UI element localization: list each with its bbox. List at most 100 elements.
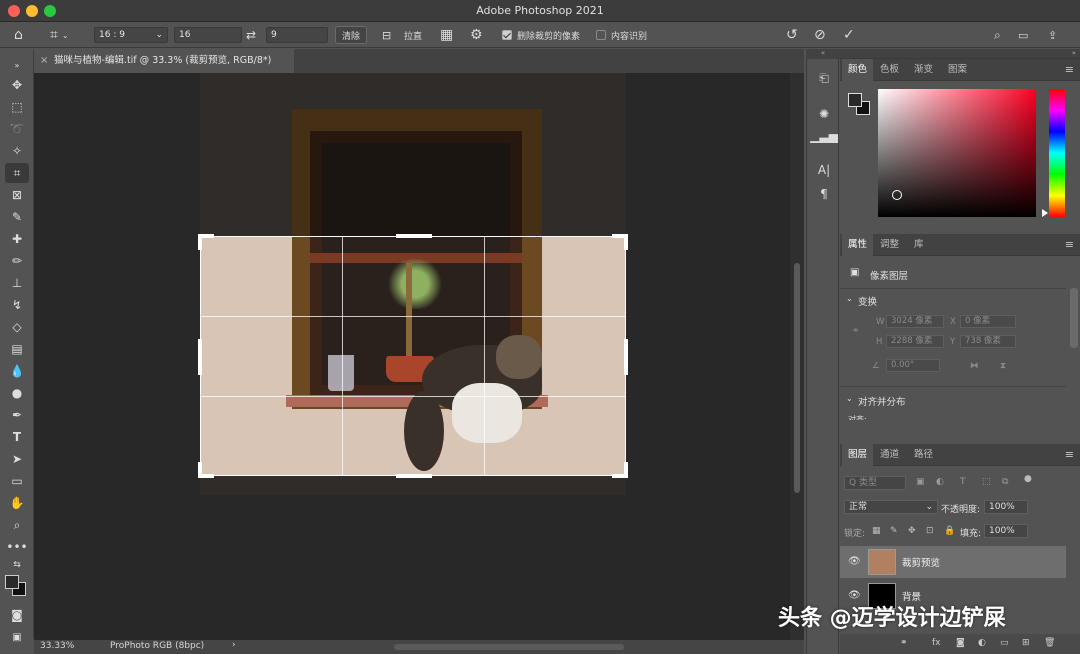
collapse-right-panels-icon[interactable]: » [840,49,1080,59]
flip-vertical-icon[interactable]: ⧗ [1000,361,1006,371]
pen-tool-icon[interactable]: ✒ [5,405,29,425]
brush-tool-icon[interactable]: ✏ [5,251,29,271]
close-tab-icon[interactable]: × [40,49,48,73]
vertical-scrollbar[interactable] [790,73,804,640]
zoom-level[interactable]: 33.33% [40,641,74,651]
reset-icon[interactable]: ↺ [786,25,798,45]
crop-handle-top[interactable] [396,234,432,238]
clone-stamp-icon[interactable]: ⊥ [5,273,29,293]
share-icon[interactable]: ⇪ [1048,25,1057,45]
eye-icon[interactable]: 👁 [848,556,861,567]
frame-tool-icon[interactable]: ⊠ [5,185,29,205]
eraser-icon[interactable]: ◇ [5,317,29,337]
width-field[interactable]: 3024 像素 [886,315,944,328]
screen-mode-icon[interactable]: ▣ [5,627,29,647]
link-layers-icon[interactable]: ⚭ [900,638,908,648]
crop-handle-bottom-left[interactable] [198,462,214,478]
horizontal-scroll-thumb[interactable] [394,644,624,650]
delete-cropped-checkbox[interactable]: 删除裁剪的像素 [502,25,580,45]
character-panel-icon[interactable]: A| [815,161,833,179]
align-section-title[interactable]: 对齐并分布 [858,394,906,408]
opacity-field[interactable]: 100% [984,500,1028,514]
swap-icon[interactable]: ⇄ [246,25,256,45]
cancel-icon[interactable]: ⊘ [814,25,826,45]
crop-handle-bottom-right[interactable] [612,462,628,478]
overlay-grid-icon[interactable]: ▦ [440,25,453,45]
tab-gradients[interactable]: 渐变 [908,59,939,81]
add-mask-icon[interactable]: ◙ [956,638,965,648]
blend-mode-select[interactable]: 正常 ⌄ [844,500,938,514]
crop-handle-bottom[interactable] [396,474,432,478]
height-field[interactable]: 2288 像素 [886,335,944,348]
lock-artboard-icon[interactable]: ⊡ [926,526,934,536]
blur-tool-icon[interactable]: 💧 [5,361,29,381]
magic-wand-icon[interactable]: ✧ [5,141,29,161]
search-icon[interactable]: ⌕ [994,25,1001,45]
layer-row-crop-preview[interactable]: 👁 裁剪预览 [840,546,1066,578]
layer-name[interactable]: 裁剪预览 [902,555,940,569]
color-panel-menu-icon[interactable]: ≡ [1065,63,1074,76]
ratio-height-input[interactable]: 9 [266,27,328,43]
properties-scroll-thumb[interactable] [1070,288,1078,348]
rectangle-tool-icon[interactable]: ▭ [5,471,29,491]
status-menu-arrow-icon[interactable]: › [232,640,236,650]
color-picker-cursor[interactable] [892,190,902,200]
lock-pixels-icon[interactable]: ✎ [890,526,898,536]
path-selection-icon[interactable]: ➤ [5,449,29,469]
crop-tool-preset-icon[interactable]: ⌗ ⌄ [50,25,69,45]
zoom-tool-icon[interactable]: ⌕ [5,515,29,535]
new-layer-icon[interactable]: ⊞ [1022,638,1030,648]
tab-paths[interactable]: 路径 [908,444,939,466]
straighten-icon[interactable]: ⊟ [382,25,391,45]
hue-slider[interactable] [1049,89,1065,217]
new-group-icon[interactable]: ▭ [1000,638,1009,648]
lock-position-icon[interactable]: ✥ [908,526,916,536]
type-tool-icon[interactable]: T [5,427,29,447]
histogram-panel-icon[interactable]: ▁▃▅ [810,127,838,145]
crop-tool-icon[interactable]: ⌗ [5,163,29,183]
move-tool-icon[interactable]: ✥ [5,75,29,95]
tab-color[interactable]: 颜色 [842,59,874,81]
y-field[interactable]: 738 像素 [960,335,1016,348]
filter-shape-icon[interactable]: ⬚ [982,477,991,487]
content-aware-checkbox[interactable]: 内容识别 [596,25,647,45]
eyedropper-icon[interactable]: ✎ [5,207,29,227]
dodge-tool-icon[interactable]: ● [5,383,29,403]
x-field[interactable]: 0 像素 [960,315,1016,328]
link-icon[interactable]: ⚭ [852,326,859,336]
history-panel-icon[interactable]: ⎗ [815,69,833,87]
filter-pixel-icon[interactable]: ▣ [916,477,925,487]
crop-box[interactable] [198,234,628,478]
ratio-select[interactable]: 16 : 9 ⌄ [94,27,168,43]
adjustment-layer-icon[interactable]: ◐ [978,638,986,648]
layer-style-icon[interactable]: fx [932,638,941,648]
clear-button[interactable]: 清除 [335,26,368,44]
delete-layer-icon[interactable]: 🗑 [1044,638,1055,648]
ratio-width-input[interactable]: 16 [174,27,242,43]
gear-icon[interactable]: ⚙ [470,25,483,45]
workspace-icon[interactable]: ▭ [1018,25,1028,45]
transform-section-title[interactable]: 变换 [858,294,877,308]
quick-mask-icon[interactable]: ◙ [5,605,29,625]
angle-field[interactable]: 0.00° [886,359,940,372]
tab-properties[interactable]: 属性 [842,234,874,256]
lasso-tool-icon[interactable]: ➰ [5,119,29,139]
flip-horizontal-icon[interactable]: ⧓ [970,361,979,371]
filter-toggle-icon[interactable]: ● [1024,474,1032,484]
fill-field[interactable]: 100% [984,524,1028,538]
document-tab[interactable]: × 猫咪与植物-编辑.tif @ 33.3% (裁剪预览, RGB/8*) [34,49,294,73]
filter-smart-object-icon[interactable]: ⧉ [1002,477,1008,487]
filter-adjustment-icon[interactable]: ◐ [936,477,944,487]
tab-swatches[interactable]: 色板 [874,59,905,81]
foreground-color-swatch[interactable] [5,575,19,589]
collapse-panels-icon[interactable]: « [806,49,840,59]
foreground-color-chip[interactable] [848,93,862,107]
properties-menu-icon[interactable]: ≡ [1065,238,1074,251]
chevron-down-icon[interactable]: ⌄ [846,394,853,403]
layers-menu-icon[interactable]: ≡ [1065,448,1074,461]
crop-handle-top-right[interactable] [612,234,628,250]
lock-all-icon[interactable]: 🔒 [944,526,955,536]
lock-transparency-icon[interactable]: ▦ [872,526,881,536]
tab-channels[interactable]: 通道 [874,444,905,466]
crop-handle-right[interactable] [624,339,628,375]
